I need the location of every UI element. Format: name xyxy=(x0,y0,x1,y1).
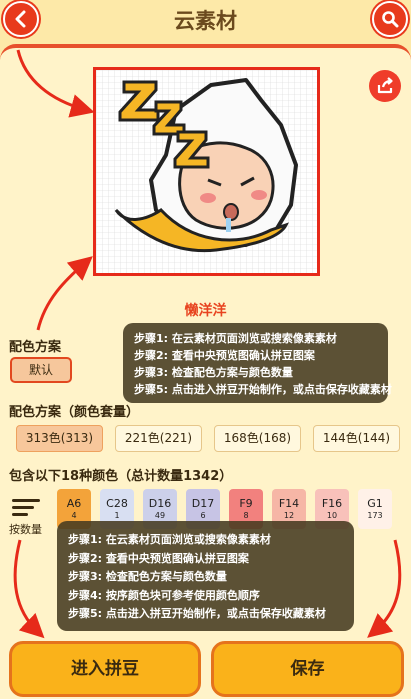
search-icon xyxy=(382,11,399,28)
guide-step: 步骤5: 点击进入拼豆开始制作，或点击保存收藏素材 xyxy=(134,383,392,396)
color-count: 49 xyxy=(154,511,166,520)
material-name: 懒洋洋 xyxy=(184,303,227,319)
color-summary: 包含以下18种颜色（总计数量1342） xyxy=(9,469,233,484)
pattern-preview[interactable] xyxy=(93,67,320,276)
guide-step: 步骤2: 查看中央预览图确认拼豆图案 xyxy=(68,551,249,565)
color-code: F9 xyxy=(239,497,253,510)
guide-step: 步骤3: 检查配色方案与颜色数量 xyxy=(68,570,227,583)
guide-step: 步骤3: 检查配色方案与颜色数量 xyxy=(134,366,293,379)
default-scheme-button[interactable]: 默认 xyxy=(10,357,72,383)
color-code: G1 xyxy=(367,497,383,510)
color-code: F14 xyxy=(278,497,300,510)
save-button[interactable]: 保存 xyxy=(211,641,404,697)
color-code: F16 xyxy=(321,497,343,510)
scheme-option-221[interactable]: 221色(221) xyxy=(115,425,202,452)
scheme-option-168[interactable]: 168色(168) xyxy=(214,425,301,452)
app-header: 云素材 xyxy=(0,0,411,40)
share-icon xyxy=(377,77,393,94)
guide-step: 步骤1: 在云素材页面浏览或搜索像素素材 xyxy=(68,533,271,546)
color-code: D17 xyxy=(191,497,215,510)
scheme-set-label: 配色方案（颜色套量） xyxy=(9,405,140,420)
color-count: 1 xyxy=(114,511,120,520)
color-code: A6 xyxy=(66,497,82,510)
guide-tooltip-top: 步骤1: 在云素材页面浏览或搜索像素素材 步骤2: 查看中央预览图确认拼豆图案 … xyxy=(123,323,392,403)
color-count: 4 xyxy=(71,511,77,520)
color-count: 8 xyxy=(243,511,249,520)
color-count: 173 xyxy=(367,511,383,520)
pixel-art-image xyxy=(96,70,317,273)
color-count: 6 xyxy=(200,511,206,520)
guide-step: 步骤4: 按序颜色块可参考使用颜色顺序 xyxy=(68,588,260,602)
enter-bead-button[interactable]: 进入拼豆 xyxy=(9,641,201,697)
color-chip-g1[interactable]: G1 173 xyxy=(358,489,392,529)
guide-step: 步骤1: 在云素材页面浏览或搜索像素素材 xyxy=(134,332,337,345)
guide-tooltip-bottom: 步骤1: 在云素材页面浏览或搜索像素素材 步骤2: 查看中央预览图确认拼豆图案 … xyxy=(57,521,354,631)
scheme-option-313[interactable]: 313色(313) xyxy=(16,425,103,452)
color-count: 10 xyxy=(326,511,338,520)
color-code: C28 xyxy=(106,497,128,510)
sort-by-count-label[interactable]: 按数量 xyxy=(9,521,42,537)
guide-step: 步骤5: 点击进入拼豆开始制作，或点击保存收藏素材 xyxy=(68,607,326,620)
scheme-option-144[interactable]: 144色(144) xyxy=(313,425,400,452)
page-title: 云素材 xyxy=(174,9,237,33)
search-button[interactable] xyxy=(372,1,408,37)
color-count: 12 xyxy=(283,511,295,520)
color-scheme-label: 配色方案 xyxy=(9,340,62,355)
color-code: D16 xyxy=(148,497,172,510)
guide-step: 步骤2: 查看中央预览图确认拼豆图案 xyxy=(134,349,315,362)
sort-lines-icon[interactable] xyxy=(12,498,42,518)
share-button[interactable] xyxy=(369,70,401,102)
